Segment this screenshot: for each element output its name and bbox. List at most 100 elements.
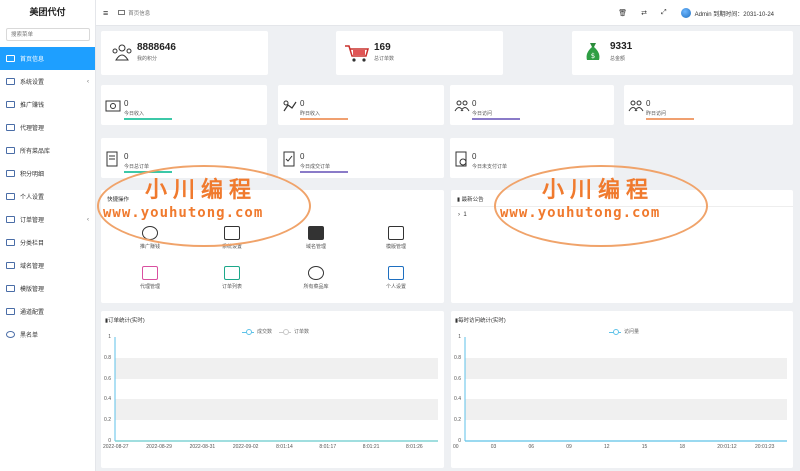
stat-orders-value: 169 [374, 42, 391, 53]
visitors-icon [454, 100, 470, 112]
channel-icon [6, 308, 15, 315]
mini-card-yesterday-visits: 0 昨日访问 [624, 85, 793, 125]
sidebar-item-channels[interactable]: 通道配置 [0, 300, 95, 323]
menu-search-input[interactable] [6, 28, 90, 41]
stat-card-orders: 169 总订单数 [336, 31, 503, 75]
stat-points-label: 我的积分 [137, 56, 158, 62]
watermark-text: 小川编程 [145, 177, 258, 203]
quick-profile[interactable]: 个人设置 [371, 266, 421, 290]
translate-icon[interactable]: ⇄ [641, 9, 647, 17]
agent-icon [6, 124, 15, 131]
points-icon [6, 170, 15, 177]
stat-amount-value: 9331 [610, 41, 633, 52]
brand-logo: 美团代付 [29, 7, 66, 17]
topbar-tools: 🗑 ⇄ ⤢ Admin 到期时间：2031-10-24 [618, 0, 774, 26]
globe-icon [308, 266, 324, 280]
avatar[interactable] [680, 8, 691, 18]
today-visits-value: 0 [472, 99, 477, 108]
chart-series-layer [114, 337, 438, 442]
menu-toggle-icon[interactable]: ≡ [103, 8, 108, 18]
today-orders-label: 今日总订单 [124, 164, 150, 170]
sidebar-item-dishes[interactable]: 所有菜品库 [0, 139, 95, 162]
chevron-left-icon: ‹ [87, 78, 89, 85]
sidebar-item-promote[interactable]: 推广赚钱 [0, 93, 95, 116]
chevron-left-icon: ‹ [87, 216, 89, 223]
template-icon [6, 285, 15, 292]
yesterday-income-label: 昨日收入 [300, 111, 321, 117]
trash-icon[interactable]: 🗑 [618, 9, 627, 17]
stat-points-value: 8888646 [137, 42, 176, 53]
today-income-label: 今日收入 [124, 111, 145, 117]
users-icon [112, 44, 132, 61]
page-icon [118, 10, 126, 15]
breadcrumb[interactable]: 首页信息 [118, 9, 150, 17]
today-visits-label: 今日访问 [472, 111, 493, 117]
mini-card-today-visits: 0 今日访问 [450, 85, 614, 125]
yesterday-visits-label: 昨日访问 [646, 111, 667, 117]
sidebar-item-categories[interactable]: 分类栏目 [0, 231, 95, 254]
notice-title: ▮ 最新公告 [457, 197, 484, 203]
income-icon [105, 100, 121, 112]
home-icon [6, 55, 15, 62]
sidebar-item-blacklist[interactable]: 黑名单 [0, 323, 95, 346]
sidebar-item-system-settings[interactable]: 系统设置 ‹ [0, 70, 95, 93]
receipt-check-icon [283, 151, 295, 167]
dish-library-icon [6, 147, 15, 154]
today-unpaid-value: 0 [472, 152, 477, 161]
today-orders-value: 0 [124, 152, 129, 161]
notice-item[interactable]: › 1 [458, 212, 467, 218]
today-completed-label: 今日成交订单 [300, 164, 331, 170]
receipt-clock-icon [455, 151, 467, 167]
sidebar-item-profile[interactable]: 个人设置 [0, 185, 95, 208]
today-unpaid-label: 今日未支付订单 [472, 164, 508, 170]
money-bag-icon: $ [586, 43, 600, 60]
sidebar-item-agents[interactable]: 代理管理 [0, 116, 95, 139]
sidebar-item-points[interactable]: 积分明细 [0, 162, 95, 185]
mini-card-today-income: 0 今日收入 [101, 85, 267, 125]
stat-amount-label: 总金额 [610, 56, 626, 62]
chart-series-layer [464, 337, 787, 442]
sidebar-nav: 首页信息 系统设置 ‹ 推广赚钱 代理管理 所有菜品库 积分明细 个人设置 订单管… [0, 47, 95, 346]
cart-icon [224, 266, 240, 280]
sidebar-item-orders[interactable]: 订单管理 ‹ [0, 208, 95, 231]
orders-icon [6, 216, 15, 223]
sidebar: 美团代付 首页信息 系统设置‹ 推广赚钱 代理管理 所有菜品库 积分明细 个人设… [0, 0, 96, 471]
watermark-url: www.youhutong.com [500, 205, 661, 221]
user-icon [6, 193, 15, 200]
yesterday-income-value: 0 [300, 99, 305, 108]
mini-card-yesterday-income: 0 昨日收入 [278, 85, 444, 125]
topbar: ≡ 首页信息 🗑 ⇄ ⤢ Admin 到期时间：2031-10-24 [96, 0, 800, 26]
fullscreen-icon[interactable]: ⤢ [661, 9, 667, 17]
today-income-value: 0 [124, 99, 129, 108]
blacklist-icon [6, 331, 15, 338]
domain-icon [6, 262, 15, 269]
quick-dish-library[interactable]: 所有菜品库 [291, 266, 341, 290]
stat-orders-label: 总订单数 [374, 56, 395, 62]
stat-card-amount: $ 9331 总金额 [572, 31, 793, 75]
settings-icon [6, 78, 15, 85]
watermark-text: 小川编程 [542, 177, 655, 203]
visit-stats-chart: ▮每时访问统计(实时) 访问量 1 0.8 0.6 0.4 0.2 0 00 03 06 09 12… [451, 311, 793, 468]
sidebar-item-domains[interactable]: 域名管理 [0, 254, 95, 277]
mini-card-today-completed: 0 今日成交订单 [278, 138, 444, 178]
svg-text:$: $ [591, 52, 595, 60]
receipt-icon [106, 151, 118, 167]
user-info[interactable]: Admin 到期时间：2031-10-24 [695, 9, 774, 18]
yesterday-visits-value: 0 [646, 99, 651, 108]
template-icon [388, 226, 404, 240]
quick-order-list[interactable]: 订单列表 [207, 266, 257, 290]
chart-icon [283, 100, 297, 112]
promote-icon [6, 101, 15, 108]
quick-agents[interactable]: 代理管理 [125, 266, 175, 290]
tools-icon [388, 266, 404, 280]
shopping-cart-icon [345, 45, 369, 62]
watermark-url: www.youhutong.com [103, 205, 264, 221]
category-icon [6, 239, 15, 246]
sidebar-item-templates[interactable]: 模版管理 [0, 277, 95, 300]
today-completed-value: 0 [300, 152, 305, 161]
agent-icon [142, 266, 158, 280]
quick-domains[interactable]: 域名管理 [291, 226, 341, 250]
quick-templates[interactable]: 模版管理 [371, 226, 421, 250]
sidebar-item-home[interactable]: 首页信息 [0, 47, 95, 70]
order-stats-chart: ▮订单统计(实时) 成交数 订单数 1 0.8 0.6 0.4 0.2 0 2022-08-… [101, 311, 444, 468]
